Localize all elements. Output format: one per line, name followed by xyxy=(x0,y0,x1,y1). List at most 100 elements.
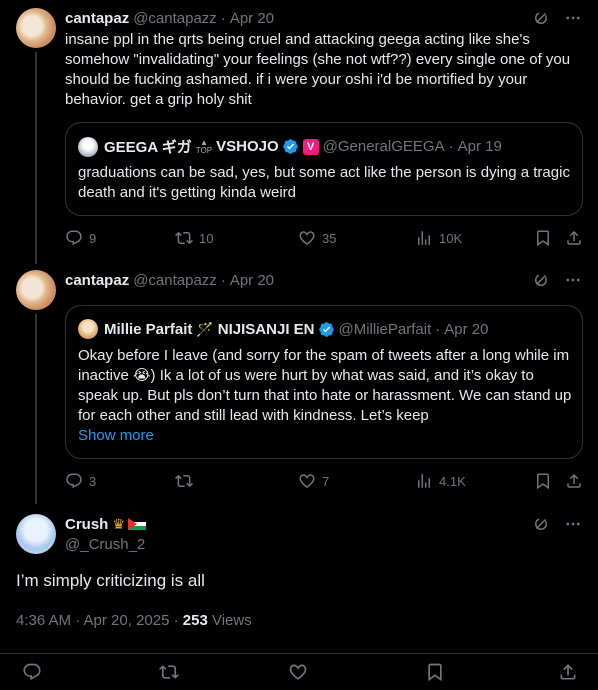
quote-avatar xyxy=(78,319,98,339)
like-count: 7 xyxy=(322,473,330,489)
quote-text: Okay before I leave (and sorry for the s… xyxy=(78,346,574,446)
quote-date: Apr 20 xyxy=(444,320,489,338)
quote-avatar xyxy=(78,136,98,157)
tweet-1[interactable]: cantapaz @cantapazz · Apr 20 insane ppl … xyxy=(0,0,598,264)
views-label: Views xyxy=(211,612,252,629)
like-icon xyxy=(298,472,316,490)
more-icon[interactable] xyxy=(564,9,582,27)
thread-line xyxy=(35,314,37,504)
tweet-actions: 3 7 4.1K xyxy=(65,471,583,491)
views-count: 4.1K xyxy=(439,473,466,489)
grok-icon[interactable] xyxy=(532,9,550,27)
separator-dot: · xyxy=(435,320,441,338)
author-handle-row: @_Crush_2 xyxy=(65,534,145,554)
flag-icon xyxy=(127,518,146,530)
author-name[interactable]: cantapaz xyxy=(65,272,129,289)
quote-author-name: Millie Parfait xyxy=(104,320,193,338)
main-tweet-actions xyxy=(0,653,598,690)
quote-text-body: Okay before I leave (and sorry for the s… xyxy=(78,347,572,424)
repost-count: 10 xyxy=(199,230,214,246)
share-button[interactable] xyxy=(565,472,583,490)
grok-icon[interactable] xyxy=(532,271,550,289)
like-count: 35 xyxy=(322,230,337,246)
views-count: 10K xyxy=(439,230,463,246)
reply-icon xyxy=(22,662,42,682)
share-icon xyxy=(558,662,578,682)
author-name[interactable]: cantapaz xyxy=(65,10,129,27)
reply-icon xyxy=(65,229,83,247)
tweet-top-icons xyxy=(532,271,582,289)
repost-icon xyxy=(175,472,193,490)
tweet-date[interactable]: Apr 20 xyxy=(230,272,274,289)
tweet-header: cantapaz @cantapazz · Apr 20 xyxy=(65,270,274,290)
views-icon xyxy=(415,229,433,247)
reply-count: 9 xyxy=(89,230,97,246)
reply-button[interactable] xyxy=(22,662,42,682)
more-icon[interactable] xyxy=(564,515,582,533)
bookmark-button[interactable] xyxy=(425,662,445,682)
reply-count: 3 xyxy=(89,473,97,489)
more-icon[interactable] xyxy=(564,271,582,289)
verified-icon xyxy=(318,321,335,338)
like-button[interactable] xyxy=(288,662,308,682)
quote-author-affiliation: VSHOJO xyxy=(216,138,279,155)
affiliate-badge: V xyxy=(302,138,319,155)
bookmark-button[interactable] xyxy=(534,229,552,247)
views-icon xyxy=(415,472,433,490)
tweet-header: cantapaz @cantapazz · Apr 20 xyxy=(65,8,274,28)
quote-author-affiliation: NIJISANJI EN xyxy=(217,320,315,338)
tweet-text: I’m simply criticizing is all xyxy=(16,571,205,590)
top-badge-icon: ▲ TOP xyxy=(195,137,213,155)
show-more-link[interactable]: Show more xyxy=(78,427,154,444)
repost-button[interactable] xyxy=(159,662,179,682)
reply-icon xyxy=(65,472,83,490)
views-count: 253 xyxy=(182,612,208,629)
quote-author-name: GEEGA ギガ xyxy=(104,139,192,156)
quote-author-handle: @GeneralGEEGA xyxy=(322,138,445,155)
crown-icon: ♛ xyxy=(112,515,125,532)
views-button[interactable]: 10K xyxy=(415,229,462,247)
tweet-actions: 9 10 35 10K xyxy=(65,228,583,248)
quote-header: Millie Parfait 🪄 NIJISANJI EN @MilliePar… xyxy=(78,319,488,339)
reply-button[interactable]: 3 xyxy=(65,472,96,490)
bookmark-icon xyxy=(425,662,445,682)
tweet-top-icons xyxy=(532,9,582,27)
avatar[interactable] xyxy=(16,270,56,310)
tweet-timestamp[interactable]: 4:36 AM · Apr 20, 2025 xyxy=(16,612,169,629)
tweet-2[interactable]: cantapaz @cantapazz · Apr 20 Millie Parf… xyxy=(0,262,598,504)
tweet-date[interactable]: Apr 20 xyxy=(230,10,274,27)
thread-line xyxy=(35,52,37,264)
grok-icon[interactable] xyxy=(532,515,550,533)
like-icon xyxy=(298,229,316,247)
repost-button[interactable] xyxy=(175,472,199,490)
author-handle[interactable]: @cantapazz xyxy=(133,272,217,289)
repost-button[interactable]: 10 xyxy=(175,229,213,247)
quote-text: graduations can be sad, yes, but some ac… xyxy=(78,164,570,201)
quote-tweet[interactable]: GEEGA ギガ ▲ TOP VSHOJO V @GeneralGEEGA · A… xyxy=(65,122,583,216)
wand-icon: 🪄 xyxy=(196,320,214,337)
share-icon xyxy=(565,472,583,490)
repost-icon xyxy=(175,229,193,247)
avatar[interactable] xyxy=(16,8,56,48)
like-icon xyxy=(288,662,308,682)
separator-dot: · xyxy=(448,138,454,155)
share-button[interactable] xyxy=(565,229,583,247)
like-button[interactable]: 35 xyxy=(298,229,336,247)
author-handle[interactable]: @_Crush_2 xyxy=(65,536,145,553)
separator-dot: · xyxy=(220,271,226,289)
quote-tweet[interactable]: Millie Parfait 🪄 NIJISANJI EN @MilliePar… xyxy=(65,305,583,459)
like-button[interactable]: 7 xyxy=(298,472,329,490)
reply-button[interactable]: 9 xyxy=(65,229,96,247)
tweet-header: Crush ♛ xyxy=(65,514,146,534)
repost-icon xyxy=(159,662,179,682)
tweet-text: insane ppl in the qrts being cruel and a… xyxy=(65,31,571,108)
author-name[interactable]: Crush xyxy=(65,516,108,533)
quote-author-handle: @MillieParfait xyxy=(338,320,432,338)
bookmark-button[interactable] xyxy=(534,472,552,490)
tweet-top-icons xyxy=(532,515,582,533)
verified-icon xyxy=(282,138,299,155)
avatar[interactable] xyxy=(16,514,56,554)
share-button[interactable] xyxy=(558,662,578,682)
views-button[interactable]: 4.1K xyxy=(415,472,466,490)
author-handle[interactable]: @cantapazz xyxy=(133,10,217,27)
